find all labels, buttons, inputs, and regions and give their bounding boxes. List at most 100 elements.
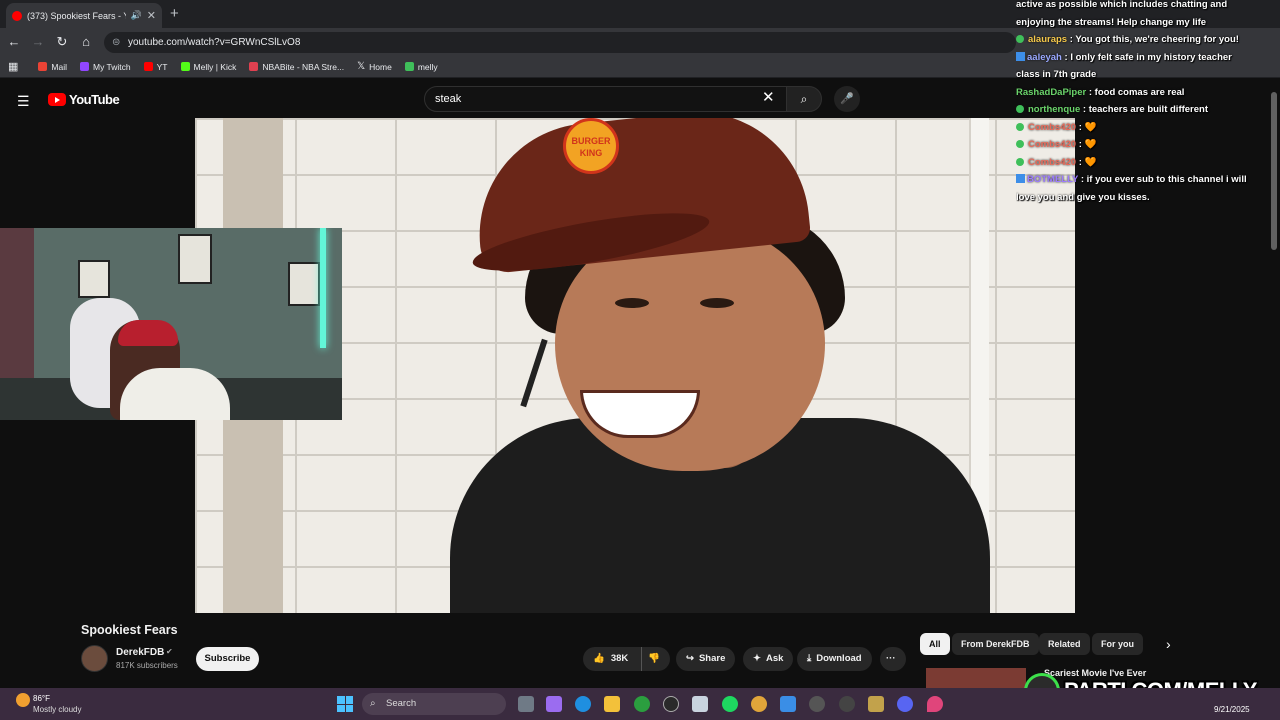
chat-line: northenque : teachers are built differen…: [1016, 101, 1280, 119]
chat-message: : teachers are built different: [1080, 104, 1209, 115]
subscribe-button[interactable]: Subscribe: [196, 647, 259, 671]
youtube-logo[interactable]: YouTube: [48, 92, 120, 107]
taskbar-search[interactable]: ⌕ Search: [362, 693, 506, 715]
chat-message: : You got this, we're cheering for you!: [1067, 34, 1239, 45]
tab-title: (373) Spookiest Fears - You: [27, 10, 126, 21]
dislike-button[interactable]: 👎: [641, 647, 660, 671]
chat-message: : 🧡: [1076, 121, 1097, 133]
bookmark-nbabite[interactable]: NBABite - NBA Stre...: [249, 62, 344, 72]
obs-icon[interactable]: [663, 696, 679, 712]
url-field[interactable]: ⊜ youtube.com/watch?v=GRWnCSlLvO8: [104, 32, 1016, 53]
download-button[interactable]: ⤓ Download: [797, 647, 872, 671]
chip-all[interactable]: All: [920, 633, 950, 655]
chat-message: active as possible which includes chatti…: [1016, 0, 1228, 10]
verified-icon: ✔: [166, 647, 173, 656]
chevron-right-icon[interactable]: ›: [1166, 636, 1171, 652]
chat-line: Combs420 : 🧡: [1016, 136, 1280, 154]
site-info-icon[interactable]: ⊜: [112, 32, 120, 53]
more-actions-button[interactable]: ···: [880, 647, 906, 671]
discord-icon[interactable]: [897, 696, 913, 712]
chat-username: RashadDaPiper: [1016, 86, 1087, 98]
app-icon[interactable]: [839, 696, 855, 712]
share-button[interactable]: ↪ Share: [676, 647, 736, 671]
parti-icon: [404, 62, 414, 71]
media-icon[interactable]: [809, 696, 825, 712]
thumbs-up-icon: 👍: [593, 653, 605, 664]
chat-username: Combs420: [1028, 121, 1077, 133]
url-text: youtube.com/watch?v=GRWnCSlLvO8: [128, 37, 301, 48]
menu-icon[interactable]: ☰: [17, 93, 30, 110]
edge-icon[interactable]: [575, 696, 591, 712]
bookmark-home[interactable]: 𝕏 Home: [357, 61, 392, 72]
reload-button[interactable]: ↻: [54, 34, 70, 50]
taskbar-date[interactable]: 9/21/2025: [1214, 705, 1250, 714]
browser-tab[interactable]: (373) Spookiest Fears - You 🔊 ✕: [6, 3, 162, 28]
search-input[interactable]: steak: [424, 86, 788, 112]
nba-icon: [249, 62, 259, 71]
chip-for-you[interactable]: For you: [1092, 633, 1143, 655]
xbox-icon[interactable]: [634, 696, 650, 712]
bookmark-melly-kick[interactable]: Melly | Kick: [180, 62, 236, 72]
voice-search-button[interactable]: 🎤: [834, 86, 860, 112]
chat-message: class in 7th grade: [1016, 69, 1097, 80]
task-view-icon[interactable]: [518, 696, 534, 712]
microphone-icon: 🎤: [840, 93, 854, 105]
share-icon: ↪: [686, 653, 694, 664]
like-button[interactable]: 👍 38K: [593, 647, 628, 671]
chat-line: alauraps : You got this, we're cheering …: [1016, 31, 1280, 49]
home-button[interactable]: ⌂: [78, 34, 94, 49]
weather-temp[interactable]: 86°F: [33, 694, 50, 703]
tab-close-button[interactable]: ✕: [147, 9, 156, 22]
store-icon[interactable]: [692, 696, 708, 712]
bookmark-mail[interactable]: Mail: [38, 62, 67, 72]
channel-avatar[interactable]: [81, 645, 108, 672]
chat-line: Combs420 : 🧡: [1016, 119, 1280, 137]
chip-related[interactable]: Related: [1039, 633, 1090, 655]
chat-message: : if you ever sub to this channel i will: [1078, 174, 1247, 185]
file-explorer-icon[interactable]: [604, 696, 620, 712]
back-button[interactable]: ←: [6, 34, 22, 49]
cam-blanket: [120, 368, 230, 420]
copilot-icon[interactable]: [546, 696, 562, 712]
chat-line: enjoying the streams! Help change my lif…: [1016, 14, 1280, 32]
ask-button[interactable]: ✦ Ask: [743, 647, 794, 671]
weather-desc[interactable]: Mostly cloudy: [33, 705, 81, 714]
clear-search-icon[interactable]: ✕: [762, 88, 775, 106]
chat-badge-icon: [1016, 35, 1024, 43]
search-button[interactable]: ⌕: [786, 86, 822, 112]
chat-line: aaleyah : I only felt safe in my history…: [1016, 49, 1280, 67]
spotify-icon[interactable]: [722, 696, 738, 712]
bookmark-my-twitch[interactable]: My Twitch: [80, 62, 131, 72]
cam-poster: [178, 234, 212, 284]
chat-overlay: active as possible which includes chatti…: [1016, 0, 1280, 206]
maps-pin-icon[interactable]: [927, 696, 943, 712]
chip-from-channel[interactable]: From DerekFDB: [952, 633, 1039, 655]
forward-button[interactable]: →: [30, 34, 46, 49]
weather-icon[interactable]: [16, 693, 30, 707]
chat-line: BOTMELLY : if you ever sub to this chann…: [1016, 171, 1280, 189]
bookmark-yt[interactable]: YT: [143, 62, 168, 72]
youtube-icon: [143, 62, 153, 71]
bookmark-melly[interactable]: melly: [404, 62, 438, 72]
cam-neon-light: [320, 228, 326, 348]
chat-message: enjoying the streams! Help change my lif…: [1016, 16, 1207, 28]
chat-line: love you and give you kisses.: [1016, 189, 1280, 207]
app-icon-2[interactable]: [868, 696, 884, 712]
subscriber-count: 817K subscribers: [116, 661, 178, 670]
chrome-icon[interactable]: [751, 696, 767, 712]
youtube-play-icon: [48, 93, 66, 106]
chat-badge-icon: [1016, 157, 1024, 166]
audio-icon[interactable]: 🔊: [131, 10, 142, 21]
cam-poster: [78, 260, 110, 298]
start-button[interactable]: [337, 696, 353, 712]
recommended-thumbnail[interactable]: [926, 668, 1026, 688]
channel-name[interactable]: DerekFDB: [116, 647, 164, 658]
new-tab-button[interactable]: +: [170, 5, 179, 22]
thumbs-down-icon: 👎: [648, 653, 661, 664]
photos-icon[interactable]: [780, 696, 796, 712]
gmail-icon: [38, 62, 48, 71]
apps-grid-icon[interactable]: ▦: [8, 60, 18, 73]
chat-line: RashadDaPiper : food comas are real: [1016, 84, 1280, 102]
search-icon: ⌕: [370, 698, 376, 709]
person-eye-right: [700, 298, 734, 308]
